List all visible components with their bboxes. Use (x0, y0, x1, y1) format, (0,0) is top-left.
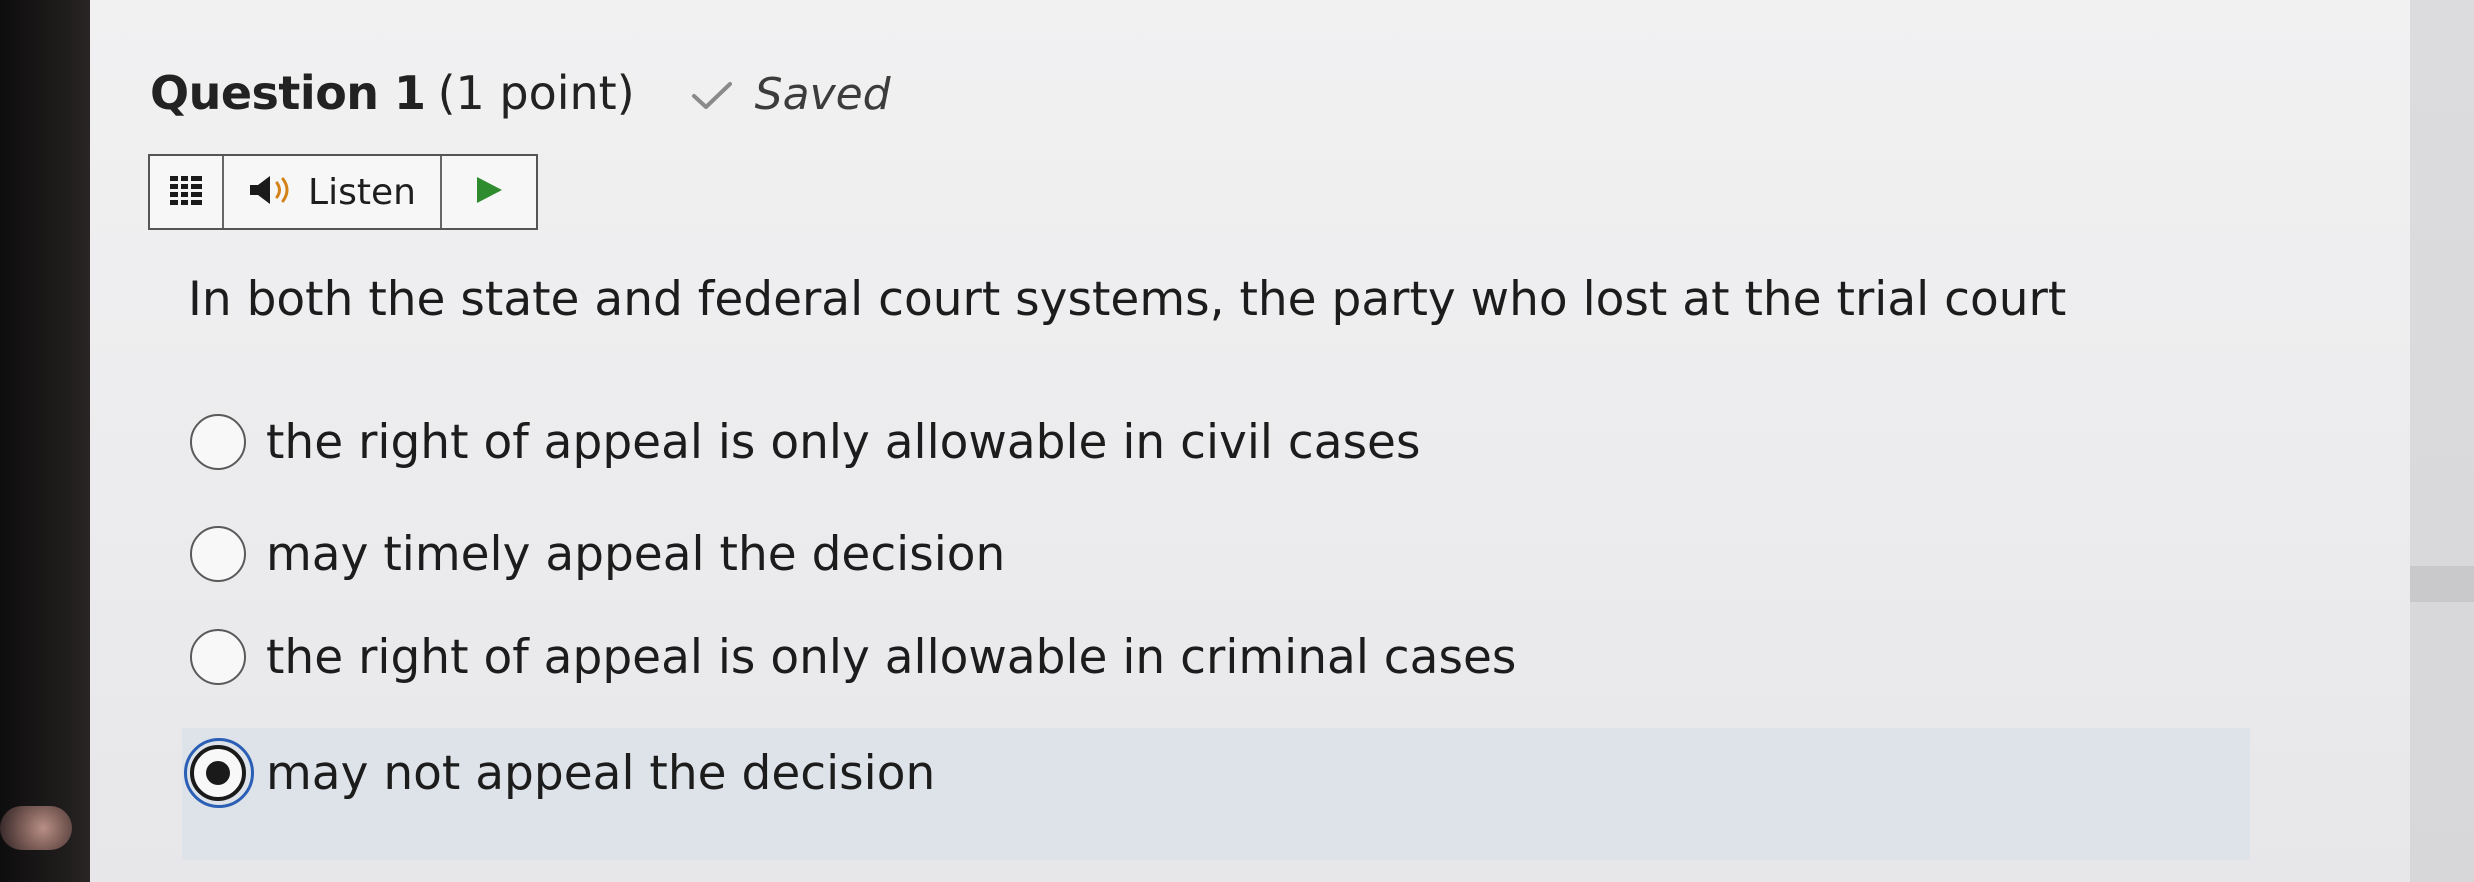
play-icon (473, 174, 505, 210)
radio-selected-dot (206, 761, 230, 785)
listen-label: Listen (308, 171, 416, 213)
adjacent-window-edge (2410, 0, 2474, 882)
listen-button[interactable]: Listen (224, 156, 442, 228)
answer-option-label-4: may not appeal the decision (266, 745, 936, 801)
check-icon (691, 81, 733, 111)
question-prompt: In both the state and federal court syst… (188, 272, 2067, 327)
speaker-icon (248, 173, 296, 211)
play-button[interactable] (442, 156, 536, 228)
answer-option-label-3: the right of appeal is only allowable in… (266, 629, 1517, 685)
question-title: Question 1 (150, 66, 426, 120)
radio-button-3[interactable] (190, 629, 246, 685)
answer-option-2[interactable]: may timely appeal the decision (190, 512, 1005, 596)
answer-option-1[interactable]: the right of appeal is only allowable in… (190, 400, 1420, 484)
radio-button-4-selected[interactable] (190, 745, 246, 801)
bezel-reflection (0, 806, 72, 850)
answer-option-3[interactable]: the right of appeal is only allowable in… (190, 615, 1516, 699)
answer-option-4[interactable]: may not appeal the decision (190, 731, 935, 815)
read-aloud-toolbar: Listen (148, 154, 538, 230)
toolbar-menu-button[interactable] (150, 156, 224, 228)
question-header: Question 1 (1 point) Saved (150, 66, 891, 120)
menu-icon (168, 173, 204, 211)
answer-option-label-2: may timely appeal the decision (266, 526, 1006, 582)
quiz-page: Question 1 (1 point) Saved Listen In bot… (90, 0, 2410, 882)
question-points: (1 point) (437, 66, 635, 120)
saved-status: Saved (691, 69, 891, 120)
saved-label: Saved (754, 69, 891, 120)
screen-bezel (0, 0, 92, 882)
radio-button-2[interactable] (190, 526, 246, 582)
adjacent-window-bar (2410, 566, 2474, 602)
radio-button-1[interactable] (190, 414, 246, 470)
answer-option-label-1: the right of appeal is only allowable in… (266, 414, 1421, 470)
